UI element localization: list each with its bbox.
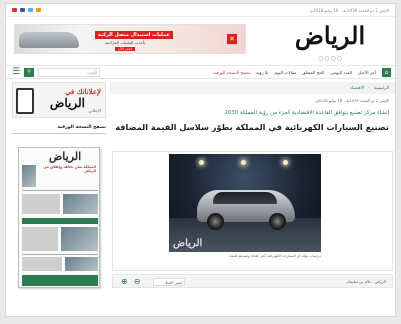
ad-cta[interactable]: احجز الآن [115,47,135,51]
tablet-icon [16,88,34,114]
paper-photo [22,165,36,187]
sidebar-ad[interactable]: لإعلاناتك في الرياض الإعلاني [12,82,106,118]
top-bar: الإثنين 2 ذو القعدة 1439 هـ - 16 يوليو 2… [6,4,395,17]
youtube-icon[interactable] [12,8,17,12]
article-author: الرياض - خالد بن سليمان [346,279,386,284]
menu-icon[interactable]: ☰ [12,68,20,77]
car-wheel [207,213,224,230]
ad-car-image [19,32,79,48]
ad-title: عمليات استبدال متصل الركبة [95,31,173,39]
article-photo[interactable]: الرياض [169,154,321,252]
nav-tools: ☰ ⚲ البحث [12,68,101,77]
paper-text-block [22,227,58,251]
article-headline: تصنيع السيارات الكهربائية في المملكة يطو… [115,122,389,132]
site-logo[interactable]: الرياض [278,22,382,50]
paper-rule [22,254,98,255]
paper-banner [22,218,98,224]
twitter-icon[interactable] [28,8,33,12]
header-banner-ad[interactable]: عمليات استبدال متصل الركبة بأحدث التقنيا… [14,24,246,54]
paper-rule [22,190,98,191]
photo-caption: دراسات تؤكد أن السيارات الكهربائية أكثر … [229,254,321,258]
home-icon[interactable]: ⌂ [382,68,391,77]
paper-text-block [22,194,60,214]
breadcrumb: الاقتصاد ‹ الرئيسية [110,82,395,94]
article-date: الإثنين 2 ذو القعدة 1439هـ - 16 يوليو 20… [315,98,389,103]
nav-item-daily[interactable]: العدد اليومي [330,70,351,75]
paper-banner [22,275,98,286]
breadcrumb-section[interactable]: الاقتصاد [350,86,364,91]
stage-light [199,160,204,165]
social-links [12,8,41,12]
paper-photo [63,194,98,214]
page: الإثنين 2 ذو القعدة 1439 هـ - 16 يوليو 2… [5,3,396,317]
article-figure: الرياض دراسات تؤكد أن السيارات الكهربائي… [112,151,393,271]
nav-item-vision[interactable]: بلا رؤية [256,70,268,75]
paper-photo [61,227,98,251]
sidebar-section-title: تصفح النسخة الورقية [12,125,106,134]
zoom-controls: ⊕ ⊖ [121,277,140,286]
nav-item-hajj[interactable]: الحج المتعلق [302,70,324,75]
ad-brand-logo: ✕ [227,34,237,44]
ad-subtitle: بأحدث التقنيات الجراحية [105,40,146,45]
nav-item-paper[interactable]: تصفح النسخة الورقية [213,70,250,75]
car-wheel [269,213,286,230]
search-icon[interactable]: ⚲ [24,68,35,77]
paper-text-block [22,257,62,271]
photo-watermark: الرياض [173,238,203,249]
rss-icon[interactable] [36,8,41,12]
paper-masthead: الرياض [49,150,82,163]
nav-item-articles[interactable]: مقالات اليوم [274,70,296,75]
zoom-in-icon[interactable]: ⊕ [121,277,128,286]
article: الاقتصاد ‹ الرئيسية الإثنين 2 ذو القعدة … [110,82,395,288]
nav-menu: ⌂ آخر الأخبار العدد اليومي الحج المتعلق … [213,68,391,77]
breadcrumb-home[interactable]: الرئيسية [374,86,389,91]
sidebar-ad-line2: الرياض [49,96,85,110]
top-date: الإثنين 2 ذو القعدة 1439 هـ - 16 يوليو 2… [310,7,389,13]
paper-photo [65,257,98,271]
car-windows [213,192,277,204]
zoom-out-icon[interactable]: ⊖ [134,277,141,286]
logo-dots: ○○○○ [318,55,343,62]
breadcrumb-separator: ‹ [368,85,370,91]
search-input[interactable]: البحث [38,68,101,77]
stage-light [283,160,288,165]
article-kicker: إنشاء مركز تصنيع يتوافق القاعدة الاقتصاد… [224,110,389,116]
facebook-icon[interactable] [20,8,25,12]
paper-headline: المملكة تعلن تحالف وإطلاق في الرياض [43,165,96,173]
nav-item-latest[interactable]: آخر الأخبار [358,70,376,75]
print-edition-thumbnail[interactable]: الرياض المملكة تعلن تحالف وإطلاق في الري… [18,147,100,288]
stage-light [241,160,246,165]
main-nav: ⌂ آخر الأخبار العدد اليومي الحج المتعلق … [6,65,395,79]
sidebar: لإعلاناتك في الرياض الإعلاني تصفح النسخة… [12,82,106,288]
article-tools: ⊕ ⊖ تغيير الخط الرياض - خالد بن سليمان [112,274,393,288]
sidebar-ad-line3: الإعلاني [88,108,101,113]
sidebar-ad-line1: لإعلاناتك في [65,87,101,96]
font-size-select[interactable]: تغيير الخط [153,278,185,286]
